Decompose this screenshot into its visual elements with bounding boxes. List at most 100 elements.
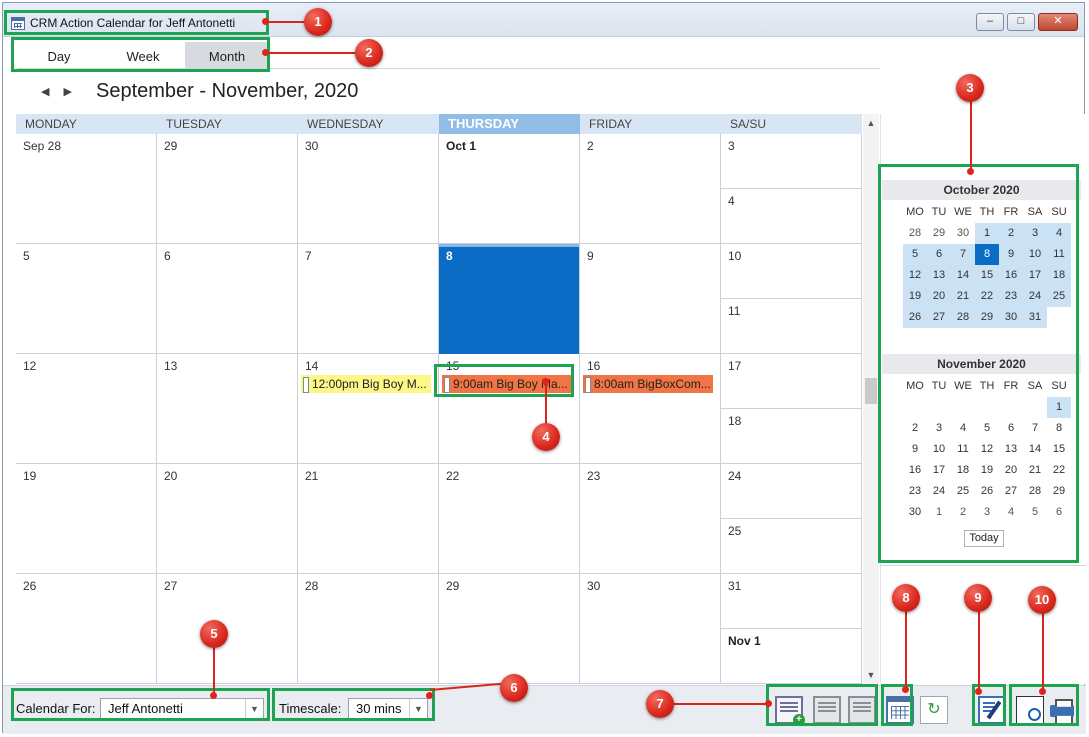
mini-day[interactable]: 28: [951, 307, 975, 328]
mini-day[interactable]: 14: [1023, 439, 1047, 460]
sunday-cell[interactable]: 25: [721, 519, 861, 574]
mini-day[interactable]: 18: [1047, 265, 1071, 286]
mini-day[interactable]: 5: [1023, 502, 1047, 523]
mini-day[interactable]: 29: [1047, 481, 1071, 502]
mini-day[interactable]: 30: [903, 502, 927, 523]
mini-day[interactable]: 2: [999, 223, 1023, 244]
chevron-down-icon[interactable]: ▼: [245, 699, 263, 719]
mini-day[interactable]: 26: [975, 481, 999, 502]
mini-day[interactable]: 22: [975, 286, 999, 307]
day-cell[interactable]: 5: [16, 244, 157, 354]
mini-day[interactable]: 19: [903, 286, 927, 307]
sunday-cell[interactable]: 4: [721, 189, 861, 244]
calendar-view-icon[interactable]: [886, 696, 914, 724]
mini-day[interactable]: 6: [999, 418, 1023, 439]
mini-day[interactable]: 2: [903, 418, 927, 439]
mini-day[interactable]: 7: [951, 244, 975, 265]
mini-day[interactable]: 3: [975, 502, 999, 523]
mini-day[interactable]: 25: [1047, 286, 1071, 307]
mini-day[interactable]: 8: [1047, 418, 1071, 439]
maximize-button[interactable]: □: [1007, 13, 1035, 31]
mini-day[interactable]: 13: [999, 439, 1023, 460]
day-cell[interactable]: 22: [439, 464, 580, 574]
day-cell[interactable]: 28: [298, 574, 439, 684]
mini-day[interactable]: 6: [927, 244, 951, 265]
mini-day[interactable]: 1: [927, 502, 951, 523]
minimize-button[interactable]: –: [976, 13, 1004, 31]
saturday-cell[interactable]: 31: [721, 574, 861, 629]
tab-month[interactable]: Month: [185, 42, 269, 71]
day-cell[interactable]: 29: [157, 134, 298, 244]
scroll-down-icon[interactable]: ▼: [863, 668, 879, 682]
mini-day[interactable]: 1: [1047, 397, 1071, 418]
tab-week[interactable]: Week: [101, 42, 185, 71]
mini-day[interactable]: 13: [927, 265, 951, 286]
saturday-cell[interactable]: 10: [721, 244, 861, 299]
mini-day[interactable]: 29: [927, 223, 951, 244]
close-button[interactable]: ✕: [1038, 13, 1078, 31]
mini-day[interactable]: 21: [1023, 460, 1047, 481]
day-cell[interactable]: 29: [439, 574, 580, 684]
mini-day[interactable]: 4: [951, 418, 975, 439]
day-cell[interactable]: 16 8:00am BigBoxCom...: [580, 354, 721, 464]
mini-day[interactable]: 23: [999, 286, 1023, 307]
refresh-icon[interactable]: ↻: [920, 696, 948, 724]
mini-day[interactable]: 12: [903, 265, 927, 286]
day-cell[interactable]: Sep 28: [16, 134, 157, 244]
mini-day[interactable]: 11: [1047, 244, 1071, 265]
mini-day[interactable]: 2: [951, 502, 975, 523]
mini-day[interactable]: 17: [927, 460, 951, 481]
mini-day[interactable]: 9: [999, 244, 1023, 265]
mini-day[interactable]: 5: [975, 418, 999, 439]
day-cell[interactable]: 9: [580, 244, 721, 354]
appointment[interactable]: 9:00am Big Boy Ma...: [442, 375, 572, 393]
mini-day[interactable]: 14: [951, 265, 975, 286]
day-cell[interactable]: 26: [16, 574, 157, 684]
mini-day[interactable]: 15: [1047, 439, 1071, 460]
mini-day[interactable]: 9: [903, 439, 927, 460]
day-cell[interactable]: 2: [580, 134, 721, 244]
calendar-for-dropdown[interactable]: Jeff Antonetti ▼: [100, 698, 264, 720]
mini-day-selected[interactable]: 8: [975, 244, 999, 265]
mini-day[interactable]: 20: [999, 460, 1023, 481]
saturday-cell[interactable]: 17: [721, 354, 861, 409]
mini-day[interactable]: 4: [1047, 223, 1071, 244]
mini-day[interactable]: 17: [1023, 265, 1047, 286]
mini-day[interactable]: 6: [1047, 502, 1071, 523]
day-cell[interactable]: 6: [157, 244, 298, 354]
mini-day[interactable]: 10: [1023, 244, 1047, 265]
chevron-down-icon[interactable]: ▼: [409, 699, 427, 719]
mini-day[interactable]: 30: [999, 307, 1023, 328]
scroll-up-icon[interactable]: ▲: [863, 116, 879, 130]
mini-day[interactable]: 3: [927, 418, 951, 439]
mini-day[interactable]: 27: [999, 481, 1023, 502]
mini-day[interactable]: 7: [1023, 418, 1047, 439]
mini-day[interactable]: 12: [975, 439, 999, 460]
day-cell[interactable]: 20: [157, 464, 298, 574]
today-button[interactable]: Today: [964, 530, 1004, 547]
appointment[interactable]: 12:00pm Big Boy M...: [301, 375, 431, 393]
mini-day[interactable]: 1: [975, 223, 999, 244]
mini-day[interactable]: 23: [903, 481, 927, 502]
mini-day[interactable]: 21: [951, 286, 975, 307]
day-cell[interactable]: 12: [16, 354, 157, 464]
day-cell[interactable]: 15 9:00am Big Boy Ma...: [439, 354, 580, 464]
day-cell[interactable]: 23: [580, 464, 721, 574]
saturday-cell[interactable]: 24: [721, 464, 861, 519]
mini-day[interactable]: 16: [903, 460, 927, 481]
saturday-cell[interactable]: 3: [721, 134, 861, 189]
mini-day[interactable]: 18: [951, 460, 975, 481]
title-bar[interactable]: CRM Action Calendar for Jeff Antonetti –…: [3, 3, 1084, 37]
day-cell[interactable]: Oct 1: [439, 134, 580, 244]
timescale-dropdown[interactable]: 30 mins ▼: [348, 698, 428, 720]
appointment[interactable]: 8:00am BigBoxCom...: [583, 375, 713, 393]
edit-notes-icon[interactable]: [978, 696, 1006, 724]
sunday-cell[interactable]: 18: [721, 409, 861, 464]
edit-appointment-icon[interactable]: [813, 696, 841, 724]
mini-day[interactable]: 29: [975, 307, 999, 328]
day-cell[interactable]: 7: [298, 244, 439, 354]
mini-day[interactable]: 4: [999, 502, 1023, 523]
mini-day[interactable]: 24: [1023, 286, 1047, 307]
delete-appointment-icon[interactable]: [848, 696, 876, 724]
mini-day[interactable]: 19: [975, 460, 999, 481]
